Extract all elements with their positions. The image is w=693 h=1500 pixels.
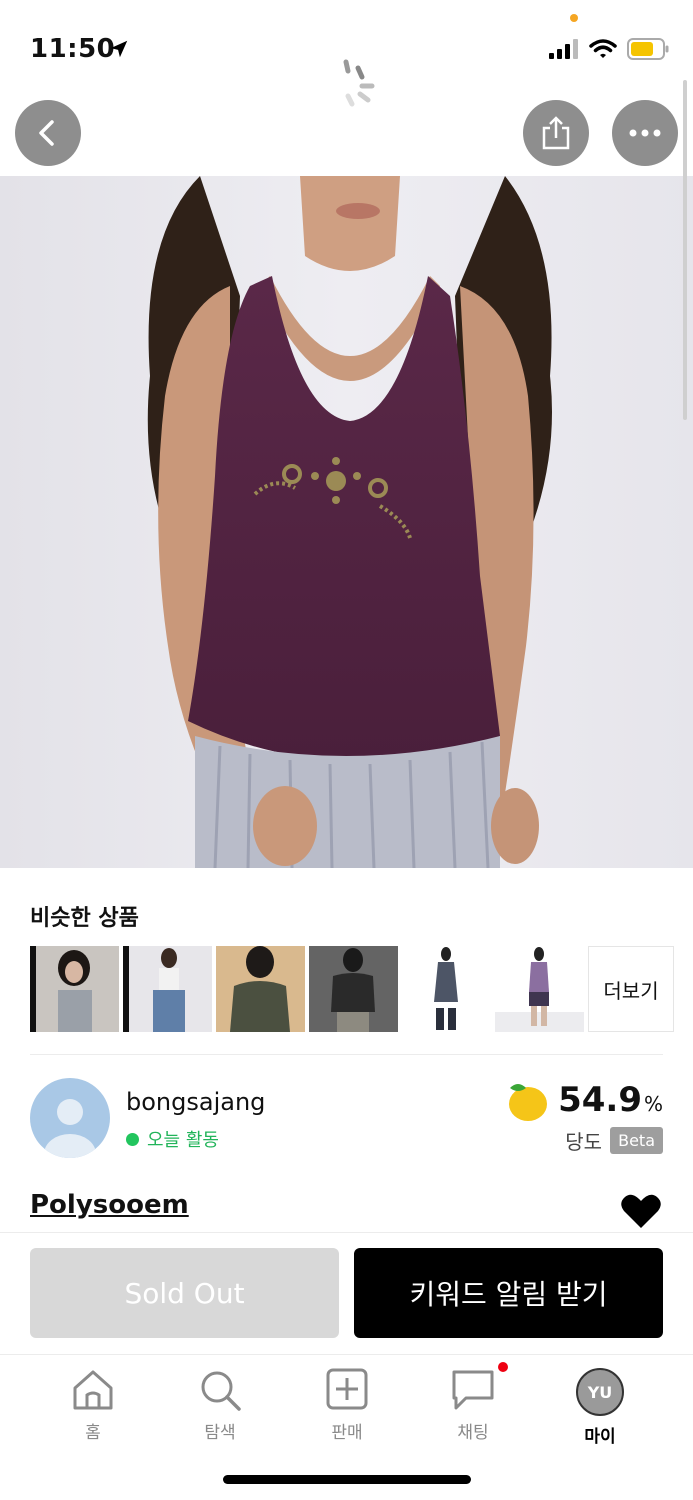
product-photo xyxy=(0,176,693,868)
chevron-left-icon xyxy=(39,120,54,146)
similar-product-thumb[interactable] xyxy=(216,946,305,1032)
location-arrow-icon xyxy=(110,40,128,58)
back-button[interactable] xyxy=(15,100,81,166)
my-avatar: YU xyxy=(576,1368,624,1416)
beta-badge: Beta xyxy=(610,1127,663,1154)
like-heart-icon[interactable] xyxy=(620,1192,662,1230)
action-bar-divider xyxy=(0,1232,693,1233)
loading-spinner-icon xyxy=(343,59,375,107)
tab-home[interactable]: 홈 xyxy=(48,1368,138,1443)
sweetness-value: 54.9 xyxy=(558,1080,642,1120)
share-icon xyxy=(542,116,570,150)
plus-square-icon xyxy=(326,1368,368,1410)
seller-avatar[interactable] xyxy=(30,1078,110,1158)
tab-my-label: 마이 xyxy=(584,1427,616,1447)
similar-products-title: 비슷한 상품 xyxy=(30,906,139,931)
similar-product-image xyxy=(30,946,119,1032)
brand-link[interactable]: Polysooem xyxy=(30,1190,189,1220)
similar-product-thumb[interactable] xyxy=(309,946,398,1032)
seller-name[interactable]: bongsajang xyxy=(126,1088,265,1116)
keyword-alert-button[interactable]: 키워드 알림 받기 xyxy=(354,1248,663,1338)
scrollbar-thumb[interactable] xyxy=(683,80,687,420)
similar-product-image xyxy=(123,946,212,1032)
battery-icon xyxy=(627,38,669,60)
similar-product-image xyxy=(309,946,398,1032)
home-icon xyxy=(73,1370,113,1410)
similar-product-thumb[interactable] xyxy=(402,946,491,1032)
more-dots-icon xyxy=(629,129,661,137)
similar-product-image xyxy=(402,946,491,1032)
tab-chat-label: 채팅 xyxy=(457,1423,489,1443)
privacy-indicator xyxy=(570,14,578,22)
tab-sell-label: 판매 xyxy=(331,1423,363,1443)
seller-activity-status: 오늘 활동 xyxy=(126,1126,219,1152)
tab-search[interactable]: 탐색 xyxy=(175,1368,265,1443)
sweetness-label-row: 당도 Beta xyxy=(565,1126,663,1155)
lemon-icon xyxy=(509,1084,548,1121)
status-time: 11:50 xyxy=(30,34,116,64)
tab-home-label: 홈 xyxy=(85,1423,101,1443)
tab-sell[interactable]: 판매 xyxy=(302,1368,392,1443)
default-avatar-icon xyxy=(44,1099,96,1158)
search-icon xyxy=(201,1371,241,1411)
similar-products-list: 더보기 xyxy=(30,946,674,1032)
similar-product-thumb[interactable] xyxy=(123,946,212,1032)
sweetness-label: 당도 xyxy=(565,1130,603,1154)
sweetness-score: 54.9 % xyxy=(502,1078,663,1122)
tab-bar-divider xyxy=(0,1354,693,1355)
see-more-button[interactable]: 더보기 xyxy=(588,946,674,1032)
similar-product-thumb[interactable] xyxy=(495,946,584,1032)
similar-product-image xyxy=(495,946,584,1032)
online-indicator xyxy=(126,1132,139,1146)
tab-search-label: 탐색 xyxy=(204,1423,236,1443)
sold-out-button: Sold Out xyxy=(30,1248,339,1338)
chat-icon xyxy=(452,1370,494,1410)
share-button[interactable] xyxy=(523,100,589,166)
divider xyxy=(30,1054,663,1055)
wifi-icon xyxy=(589,39,617,58)
product-image[interactable] xyxy=(0,176,693,868)
home-indicator[interactable] xyxy=(223,1475,471,1484)
activity-label: 오늘 활동 xyxy=(147,1130,219,1151)
chat-notification-badge xyxy=(498,1362,508,1372)
similar-product-image xyxy=(216,946,305,1032)
sweetness-unit: % xyxy=(643,1092,663,1116)
tab-chat[interactable]: 채팅 xyxy=(428,1368,518,1443)
signal-icon xyxy=(549,39,578,59)
tab-my[interactable]: YU 마이 xyxy=(555,1368,645,1447)
more-options-button[interactable] xyxy=(612,100,678,166)
status-icons xyxy=(549,38,669,60)
similar-product-thumb[interactable] xyxy=(30,946,119,1032)
